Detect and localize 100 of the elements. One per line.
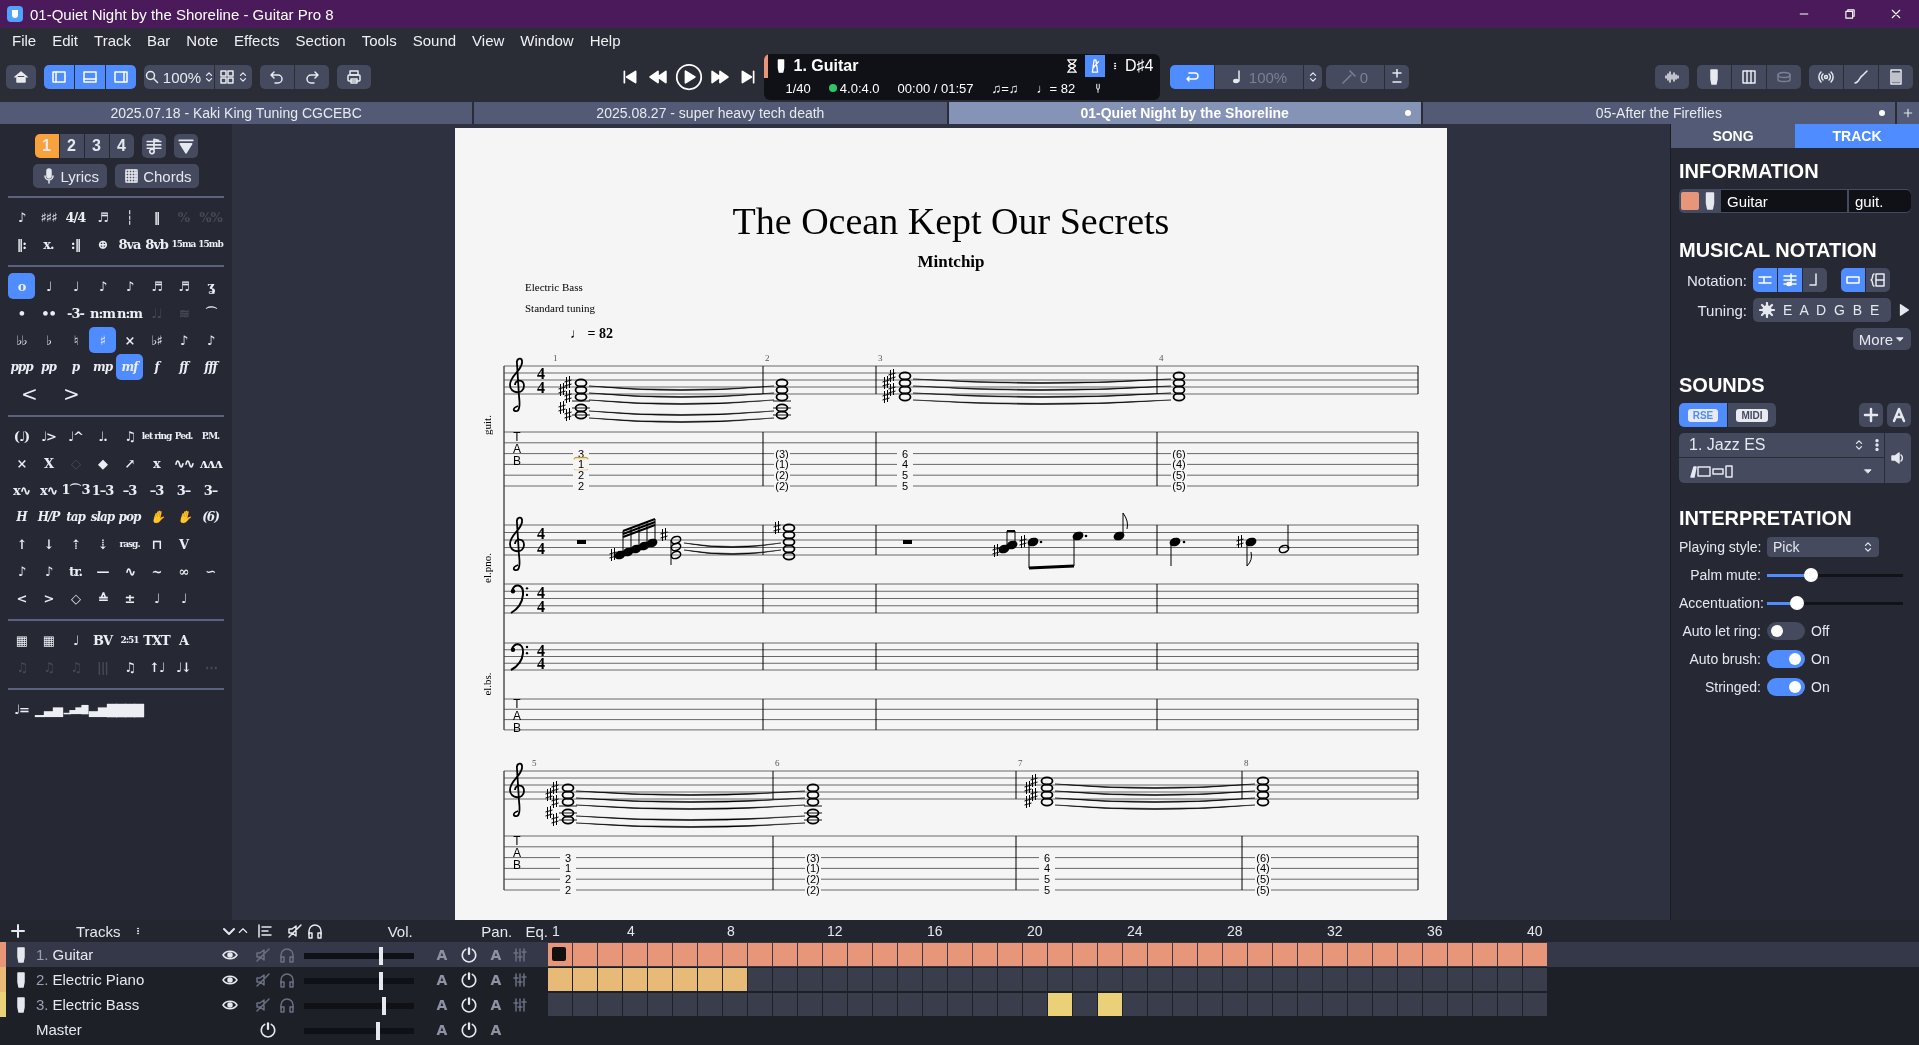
menu-item[interactable]: View xyxy=(464,31,513,49)
palette-tool[interactable]: ♪ xyxy=(197,327,224,353)
palette-tool[interactable]: ♩ xyxy=(35,273,62,299)
palette-tool[interactable]: ♪ xyxy=(8,558,35,584)
palette-tool[interactable]: ↑ xyxy=(8,531,35,557)
palette-tool[interactable]: ✋ xyxy=(170,504,197,530)
palette-tool[interactable]: ♩ xyxy=(62,273,89,299)
zoom-control[interactable]: 100% xyxy=(144,65,214,89)
palette-tool[interactable]: fff xyxy=(197,354,224,380)
menu-item[interactable]: Edit xyxy=(44,31,87,49)
palette-tool[interactable]: A xyxy=(170,627,197,653)
palette-tool[interactable]: ♩. xyxy=(89,423,116,449)
menu-item[interactable]: Window xyxy=(512,31,582,49)
palette-tool[interactable]: ♭♯ xyxy=(143,327,170,353)
palette-tool[interactable]: ▦ xyxy=(8,627,35,653)
palette-tool[interactable]: :‖ xyxy=(62,231,89,257)
track-row[interactable]: 1. Guitar A A xyxy=(0,942,1919,967)
document-tab[interactable]: 2025.08.27 - super heavy tech death xyxy=(474,102,947,124)
palette-tool[interactable]: < xyxy=(8,585,35,611)
palette-tool[interactable]: let ring xyxy=(143,423,170,449)
palette-tool[interactable]: ♪ xyxy=(8,204,35,230)
palette-tool[interactable]: ⊓ xyxy=(143,531,170,557)
document-tab[interactable]: 05-After the Fireflies xyxy=(1422,102,1895,124)
palette-tool[interactable]: –3 xyxy=(116,477,143,503)
voice-tab[interactable]: 2 xyxy=(59,134,84,158)
palette-tool[interactable]: ~ xyxy=(143,558,170,584)
palette-tool[interactable]: 8va xyxy=(116,231,143,257)
palette-tool[interactable]: ≙ xyxy=(89,585,116,611)
automation-mark[interactable]: A xyxy=(430,946,454,963)
palette-tool[interactable]: 15ma xyxy=(170,231,197,257)
palette-tool[interactable]: f xyxy=(143,354,170,380)
automation-mark[interactable]: A xyxy=(484,946,508,963)
palette-tool[interactable]: slap xyxy=(89,504,116,530)
palette-tool[interactable]: > xyxy=(50,381,92,407)
palette-tool[interactable]: ∿∿ xyxy=(170,450,197,476)
palette-tool[interactable]: ± xyxy=(116,585,143,611)
palette-tool[interactable]: ♭♭ xyxy=(8,327,35,353)
track-name-field[interactable]: Guitar xyxy=(1721,190,1847,212)
menu-item[interactable]: Section xyxy=(287,31,354,49)
palette-tool[interactable]: × xyxy=(116,327,143,353)
palette-tool[interactable]: ♭ xyxy=(35,327,62,353)
palette-tool[interactable]: ♩ xyxy=(62,627,89,653)
palette-tool[interactable]: p xyxy=(62,354,89,380)
palette-tool[interactable]: ff xyxy=(170,354,197,380)
palette-tool[interactable]: ↑♩ xyxy=(143,654,170,680)
palette-tool[interactable]: 3– xyxy=(197,477,224,503)
palette-tool[interactable]: ↓ xyxy=(35,531,62,557)
menu-item[interactable]: Help xyxy=(581,31,629,49)
palette-tool[interactable]: x∿ xyxy=(8,477,35,503)
palette-tool[interactable]: TXT xyxy=(143,627,170,653)
palette-tool[interactable]: mp xyxy=(89,354,116,380)
palette-tool[interactable]: ♪ xyxy=(89,273,116,299)
menu-item[interactable]: Track xyxy=(86,31,139,49)
palette-tool[interactable]: –3 xyxy=(143,477,170,503)
menu-item[interactable]: Bar xyxy=(139,31,179,49)
voice-tab[interactable]: 4 xyxy=(109,134,134,158)
palette-tool[interactable]: -3- xyxy=(62,300,89,326)
palette-tool[interactable]: × xyxy=(8,450,35,476)
palette-tool[interactable]: ♮ xyxy=(62,327,89,353)
automation-mark[interactable]: A xyxy=(430,1021,454,1038)
palette-tool[interactable]: ▃▅▇ xyxy=(89,696,116,722)
palette-tool[interactable]: 1⌒3 xyxy=(62,477,89,503)
palette-tool[interactable]: x xyxy=(143,450,170,476)
document-tab[interactable]: 2025.07.18 - Kaki King Tuning CGCEBC xyxy=(0,102,473,124)
palette-tool[interactable]: 4/4 xyxy=(62,204,89,230)
palette-tool[interactable]: ▁▃▅▇ xyxy=(62,696,89,722)
palette-tool[interactable]: ppp xyxy=(8,354,35,380)
menu-item[interactable]: Tools xyxy=(353,31,405,49)
lyrics-button[interactable]: Lyrics xyxy=(32,164,108,188)
palette-tool[interactable]: ⇣ xyxy=(89,531,116,557)
palette-tool[interactable]: ‖: xyxy=(8,231,35,257)
chords-button[interactable]: Chords xyxy=(115,164,200,188)
palette-tool[interactable]: — xyxy=(89,558,116,584)
palette-tool[interactable]: ∽ xyxy=(197,558,224,584)
palette-tool[interactable]: ⌒ xyxy=(197,300,224,326)
menu-item[interactable]: File xyxy=(4,31,45,49)
palette-tool[interactable]: •• xyxy=(35,300,62,326)
palette-tool[interactable]: V xyxy=(170,531,197,557)
palette-tool[interactable]: H xyxy=(8,504,35,530)
palette-tool[interactable]: ‖ xyxy=(143,204,170,230)
palette-tool[interactable]: ♯♯♯ xyxy=(35,204,62,230)
palette-tool[interactable]: ♩↓ xyxy=(170,654,197,680)
palette-tool[interactable]: ♪ xyxy=(35,558,62,584)
palette-tool[interactable]: tr. xyxy=(62,558,89,584)
automation-mark[interactable]: A xyxy=(430,996,454,1013)
palette-tool[interactable]: > xyxy=(35,585,62,611)
palette-tool[interactable]: ♬ xyxy=(170,273,197,299)
more-button[interactable]: More xyxy=(1852,328,1911,350)
palette-tool[interactable]: n:m xyxy=(89,300,116,326)
palette-tool[interactable]: 1–3 xyxy=(89,477,116,503)
palette-tool[interactable]: rasg. xyxy=(116,531,143,557)
sound-engine-tab[interactable]: MIDI xyxy=(1728,403,1776,427)
palette-tool[interactable]: ∿ xyxy=(116,558,143,584)
palette-tool[interactable]: ✋ xyxy=(143,504,170,530)
automation-mark[interactable]: A xyxy=(484,996,508,1013)
palette-tool[interactable]: ⊕ xyxy=(89,231,116,257)
playing-style-select[interactable]: Pick xyxy=(1767,537,1879,557)
palette-tool[interactable]: ♩ xyxy=(170,585,197,611)
palette-tool[interactable]: ◆ xyxy=(89,450,116,476)
palette-tool[interactable]: ʓ xyxy=(197,273,224,299)
